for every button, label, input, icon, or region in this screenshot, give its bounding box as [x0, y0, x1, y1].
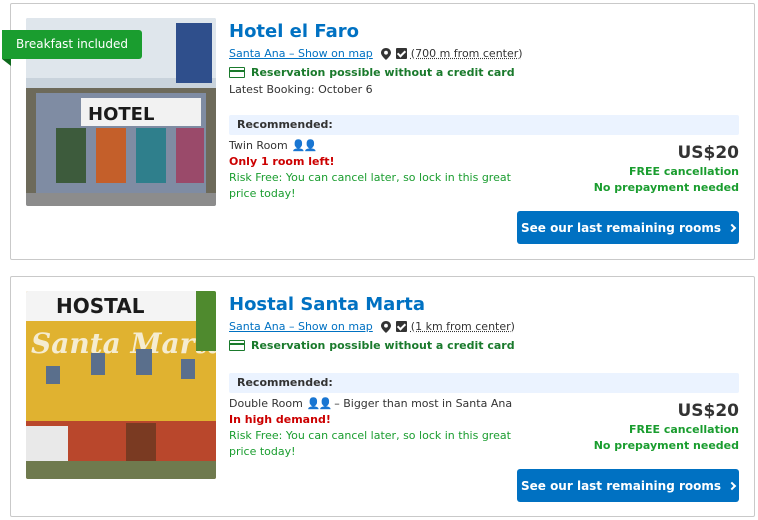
- price: US$20: [677, 401, 739, 421]
- recommended-label: Recommended:: [229, 115, 739, 135]
- hotel-info: Hotel el Faro Santa Ana – Show on map (7…: [229, 20, 739, 96]
- room-type: Double Room: [229, 397, 303, 410]
- no-credit-card-text: Reservation possible without a credit ca…: [251, 66, 515, 79]
- hotel-name-link[interactable]: Hostal Santa Marta: [229, 293, 739, 317]
- credit-card-icon: [229, 340, 245, 351]
- distance-label: (1 km from center): [410, 320, 515, 333]
- room-extra: – Bigger than most in Santa Ana: [334, 397, 513, 410]
- no-credit-card-note: Reservation possible without a credit ca…: [229, 339, 739, 352]
- photo-script: Santa Marta: [31, 327, 216, 360]
- risk-free-note: Risk Free: You can cancel later, so lock…: [229, 171, 511, 200]
- price: US$20: [677, 143, 739, 163]
- map-pin-icon: [380, 320, 391, 333]
- show-on-map-link[interactable]: Santa Ana – Show on map: [229, 47, 373, 60]
- checkbox-icon: [395, 48, 407, 59]
- distance-label: (700 m from center): [410, 47, 523, 60]
- room-details: Double Room 👤👤 – Bigger than most in San…: [229, 396, 519, 460]
- persons-icon: 👤👤: [291, 139, 317, 152]
- room-type: Twin Room: [229, 139, 288, 152]
- photo-sign: HOTEL: [88, 104, 154, 125]
- location-line: Santa Ana – Show on map (1 km from cente…: [229, 320, 739, 333]
- checkbox-icon: [395, 321, 407, 332]
- price-box: US$20 FREE cancellation No prepayment ne…: [594, 400, 739, 454]
- location-line: Santa Ana – Show on map (700 m from cent…: [229, 47, 739, 60]
- map-pin-icon: [380, 47, 391, 60]
- free-cancellation: FREE cancellation: [629, 423, 739, 436]
- free-cancellation: FREE cancellation: [629, 165, 739, 178]
- breakfast-badge: Breakfast included: [2, 30, 143, 66]
- no-prepayment: No prepayment needed: [593, 181, 739, 194]
- see-rooms-button[interactable]: See our last remaining rooms: [517, 211, 739, 244]
- hotel-card: Breakfast included HOTEL Hotel el Faro S…: [2, 3, 755, 260]
- photo-sign: HOSTAL: [56, 294, 145, 318]
- recommended-label: Recommended:: [229, 373, 739, 393]
- show-on-map-link[interactable]: Santa Ana – Show on map: [229, 320, 373, 333]
- urgency-message: Only 1 room left!: [229, 155, 335, 168]
- persons-icon: 👤👤: [306, 397, 332, 410]
- hotel-photo[interactable]: HOSTAL Santa Marta: [26, 291, 216, 479]
- urgency-message: In high demand!: [229, 413, 331, 426]
- hotel-name-link[interactable]: Hotel el Faro: [229, 20, 739, 44]
- see-rooms-label: See our last remaining rooms: [520, 220, 722, 235]
- no-prepayment: No prepayment needed: [593, 439, 739, 452]
- latest-booking: Latest Booking: October 6: [229, 83, 373, 96]
- hotel-card: HOSTAL Santa Marta Hostal Santa Marta Sa…: [10, 276, 755, 517]
- chevron-right-icon: [727, 223, 737, 232]
- see-rooms-label: See our last remaining rooms: [520, 478, 722, 493]
- price-box: US$20 FREE cancellation No prepayment ne…: [594, 142, 739, 196]
- chevron-right-icon: [727, 481, 737, 490]
- see-rooms-button[interactable]: See our last remaining rooms: [517, 469, 739, 502]
- room-details: Twin Room 👤👤 Only 1 room left! Risk Free…: [229, 138, 519, 202]
- risk-free-note: Risk Free: You can cancel later, so lock…: [229, 429, 511, 458]
- no-credit-card-note: Reservation possible without a credit ca…: [229, 66, 739, 79]
- no-credit-card-text: Reservation possible without a credit ca…: [251, 339, 515, 352]
- credit-card-icon: [229, 67, 245, 78]
- hotel-info: Hostal Santa Marta Santa Ana – Show on m…: [229, 293, 739, 352]
